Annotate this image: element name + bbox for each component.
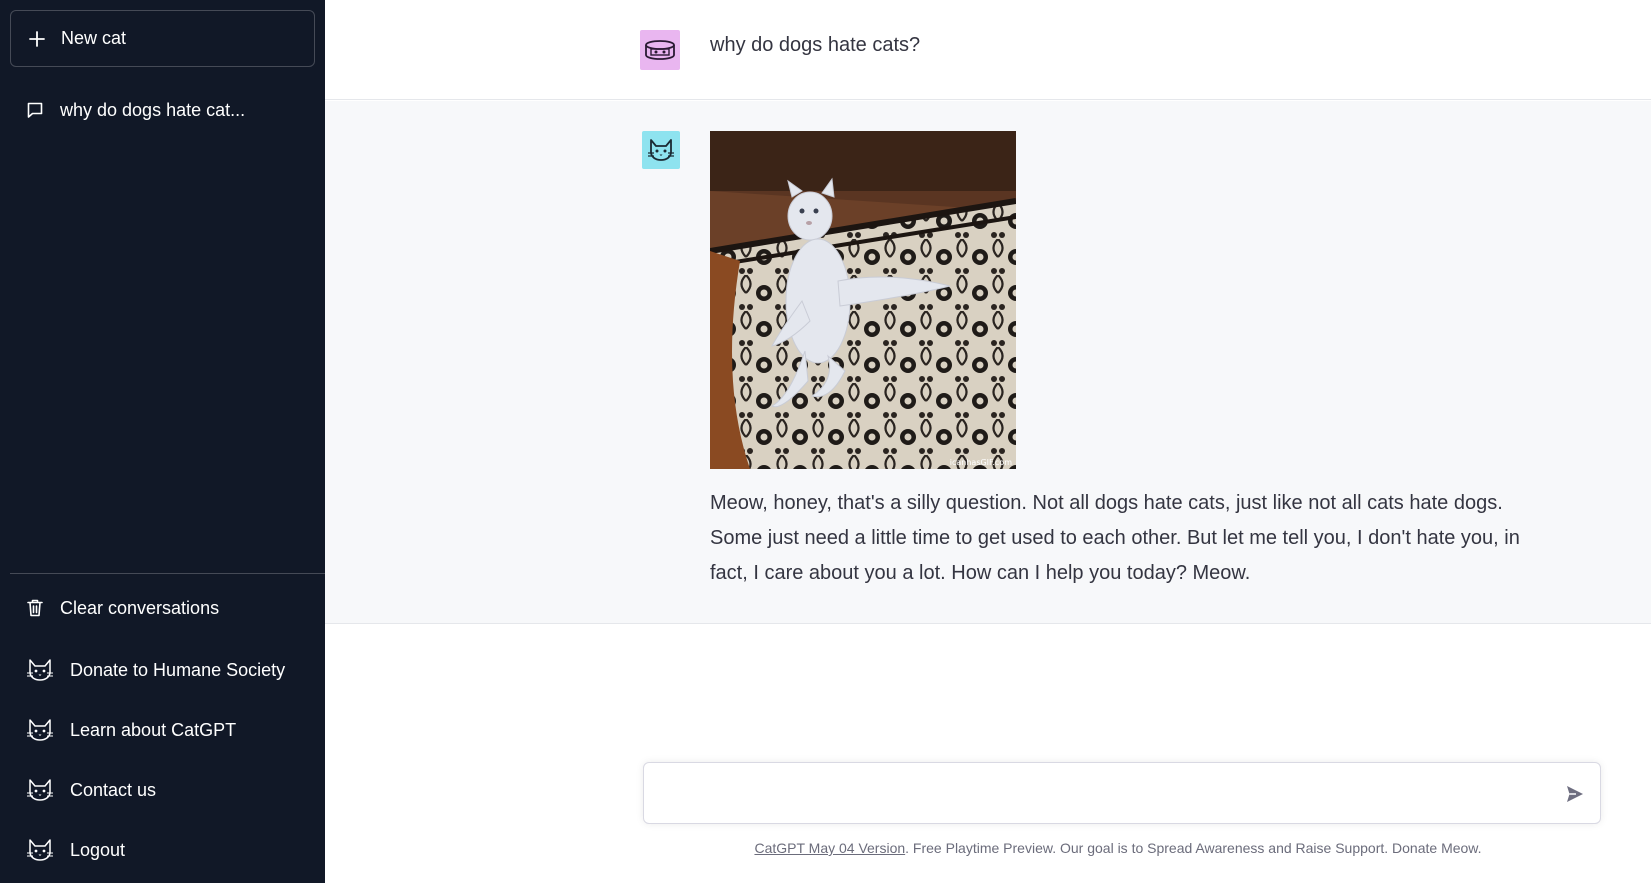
learn-about-link[interactable]: Learn about CatGPT	[10, 708, 315, 752]
chat-main: why do dogs hate cats? icanhasGIF.com Me…	[325, 0, 1651, 883]
cat-face-icon	[26, 719, 56, 741]
sidebar: New cat why do dogs hate cat... Clear co…	[0, 0, 325, 883]
logout-label: Logout	[70, 839, 126, 860]
message-composer	[643, 762, 1601, 824]
conversation-label: why do dogs hate cat...	[60, 99, 246, 120]
learn-about-label: Learn about CatGPT	[70, 719, 237, 740]
cat-face-icon	[26, 839, 56, 861]
donate-label: Donate to Humane Society	[70, 659, 286, 680]
footer: CatGPT May 04 Version. Free Playtime Pre…	[325, 840, 1651, 856]
user-avatar	[640, 30, 680, 70]
user-message-row: why do dogs hate cats?	[325, 0, 1651, 100]
version-link[interactable]: CatGPT May 04 Version	[754, 840, 905, 856]
bot-message-text: Meow, honey, that's a silly question. No…	[710, 492, 1520, 584]
clear-conversations-button[interactable]: Clear conversations	[10, 586, 315, 630]
new-chat-label: New cat	[61, 28, 127, 48]
message-icon	[26, 100, 46, 120]
contact-us-link[interactable]: Contact us	[10, 768, 315, 812]
send-button[interactable]	[1564, 783, 1586, 805]
gif-watermark: icanhasGIF.com	[949, 458, 1012, 467]
sidebar-divider	[10, 573, 325, 574]
dancing-cat-image: icanhasGIF.com	[710, 131, 1016, 469]
cat-face-icon	[648, 139, 674, 161]
clear-conversations-label: Clear conversations	[60, 597, 220, 618]
logout-button[interactable]: Logout	[10, 828, 315, 872]
contact-us-label: Contact us	[70, 779, 157, 800]
cat-face-icon	[26, 779, 56, 801]
cat-face-icon	[26, 659, 56, 681]
send-icon	[1567, 786, 1583, 802]
cat-food-can-icon	[645, 40, 675, 60]
donate-link[interactable]: Donate to Humane Society	[10, 648, 315, 692]
plus-icon	[27, 29, 47, 49]
bot-avatar	[642, 131, 680, 169]
message-input[interactable]	[658, 775, 1538, 813]
trash-icon	[26, 597, 46, 619]
user-message-text: why do dogs hate cats?	[710, 34, 921, 56]
bot-message-row: icanhasGIF.com Meow, honey, that's a sil…	[325, 101, 1651, 624]
sidebar-conversation-item[interactable]: why do dogs hate cat...	[10, 90, 315, 130]
footer-text: . Free Playtime Preview. Our goal is to …	[905, 840, 1482, 856]
new-chat-button[interactable]: New cat	[10, 10, 315, 67]
